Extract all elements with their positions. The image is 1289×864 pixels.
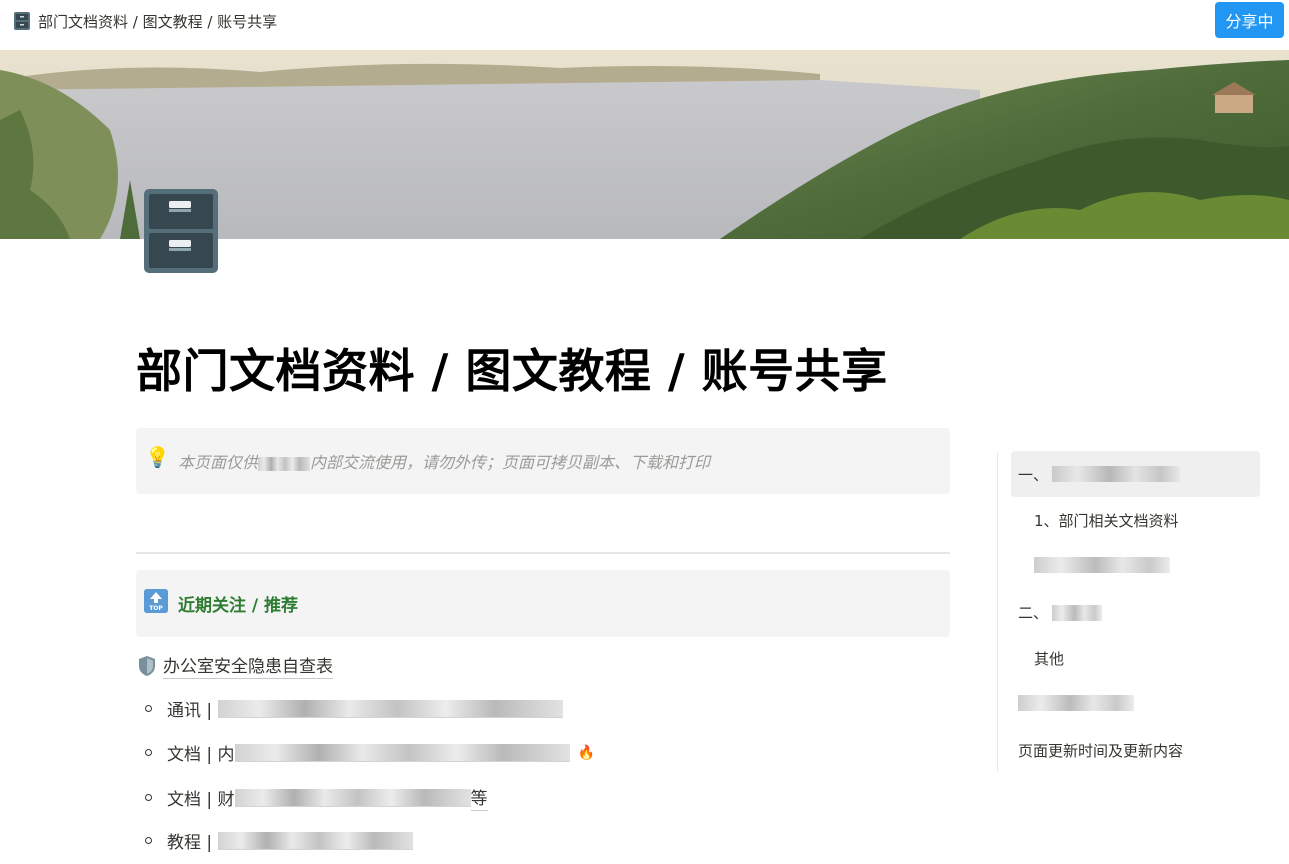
divider — [136, 552, 950, 554]
shield-icon — [139, 655, 155, 676]
bullet — [145, 794, 152, 801]
redacted-text — [1034, 557, 1170, 573]
redacted-text — [258, 456, 311, 471]
toc-item-7[interactable]: 页面更新时间及更新内容 — [1018, 740, 1183, 761]
toc-divider — [997, 452, 998, 772]
share-button[interactable]: 分享中 — [1215, 2, 1284, 38]
file-cabinet-icon — [14, 12, 30, 30]
lightbulb-icon: 💡 — [145, 445, 170, 469]
bullet — [145, 837, 152, 844]
toc-item-4[interactable]: 二、 — [1018, 602, 1103, 623]
list-item[interactable]: 文档 | 财 等 — [145, 784, 488, 811]
notice-text: 本页面仅供 内部交流使用，请勿外传；页面可拷贝副本、下载和打印 — [178, 453, 711, 472]
redacted-link[interactable] — [218, 831, 414, 850]
page-title: 部门文档资料 / 图文教程 / 账号共享 — [136, 344, 888, 398]
redacted-text — [1052, 466, 1181, 482]
breadcrumb[interactable]: 部门文档资料 / 图文教程 / 账号共享 — [38, 11, 277, 32]
toc-item-5[interactable]: 其他 — [1034, 648, 1064, 669]
checklist-link[interactable]: 办公室安全隐患自查表 — [137, 652, 333, 679]
section-callout: TOP 近期关注 / 推荐 — [136, 570, 950, 637]
toc-item-6[interactable] — [1018, 695, 1134, 711]
top-arrow-icon: TOP — [144, 589, 168, 613]
list-item[interactable]: 文档 | 内 🔥 — [145, 740, 595, 765]
fire-icon: 🔥 — [577, 744, 595, 761]
file-cabinet-icon — [144, 189, 218, 273]
svg-text:TOP: TOP — [149, 605, 163, 612]
toc-item-2[interactable]: 1、部门相关文档资料 — [1034, 510, 1179, 531]
section-title: 近期关注 / 推荐 — [178, 596, 299, 616]
list-item[interactable]: 通讯 | — [145, 696, 564, 721]
redacted-text — [1052, 604, 1103, 621]
bullet — [145, 749, 152, 756]
checklist-label[interactable]: 办公室安全隐患自查表 — [163, 652, 333, 679]
redacted-link[interactable] — [234, 788, 471, 807]
top-bar: 部门文档资料 / 图文教程 / 账号共享 分享中 — [0, 0, 1289, 44]
notice-callout: 💡 本页面仅供 内部交流使用，请勿外传；页面可拷贝副本、下载和打印 — [136, 428, 950, 494]
bullet — [145, 705, 152, 712]
redacted-link[interactable] — [218, 699, 564, 718]
toc-item-3[interactable] — [1034, 557, 1170, 573]
list-item[interactable]: 教程 | — [145, 828, 414, 853]
toc-item-1[interactable]: 一、 — [1011, 451, 1260, 497]
redacted-link[interactable] — [234, 743, 570, 762]
redacted-text — [1018, 695, 1134, 711]
